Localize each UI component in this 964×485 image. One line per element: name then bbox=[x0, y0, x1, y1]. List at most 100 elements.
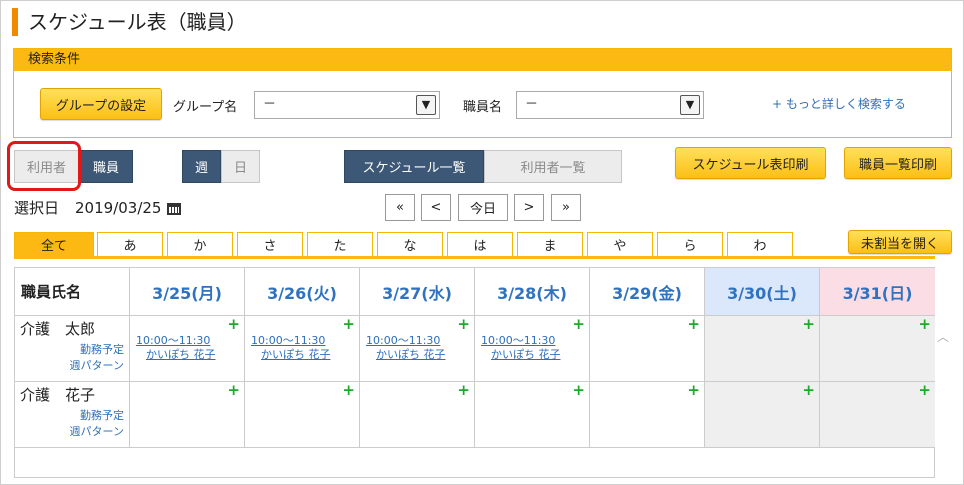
schedule-cell[interactable]: + bbox=[590, 381, 705, 448]
kana-tab-ta[interactable]: た bbox=[307, 232, 373, 256]
week-pattern-link[interactable]: 週パターン bbox=[70, 424, 124, 440]
kana-tab-ha[interactable]: は bbox=[447, 232, 513, 256]
schedule-print-button[interactable]: スケジュール表印刷 bbox=[675, 147, 826, 179]
group-settings-button[interactable]: グループの設定 bbox=[40, 88, 162, 120]
nav-next-button[interactable]: > bbox=[514, 194, 544, 221]
schedule-event[interactable]: 10:00～11:30 かいぽち 花子 bbox=[251, 334, 331, 362]
schedule-cell[interactable]: + 10:00～11:30 かいぽち 花子 bbox=[245, 315, 360, 382]
schedule-cell[interactable]: + bbox=[360, 381, 475, 448]
nav-first-button[interactable]: « bbox=[385, 194, 415, 221]
schedule-cell[interactable]: + bbox=[245, 381, 360, 448]
staff-links: 勤務予定 週パターン bbox=[70, 342, 124, 374]
nav-last-button[interactable]: » bbox=[551, 194, 581, 221]
calendar-icon[interactable] bbox=[167, 201, 182, 215]
kana-tab-ka[interactable]: か bbox=[167, 232, 233, 256]
group-name-label: グループ名 bbox=[173, 100, 238, 115]
staff-name-select[interactable]: － ▼ bbox=[516, 91, 704, 119]
add-icon[interactable]: + bbox=[342, 315, 355, 333]
highlight-box bbox=[7, 141, 81, 191]
add-icon[interactable]: + bbox=[572, 315, 585, 333]
kana-tab-na[interactable]: な bbox=[377, 232, 443, 256]
day-header: 3/26(火) bbox=[245, 268, 360, 316]
day-header: 3/29(金) bbox=[590, 268, 705, 316]
schedule-cell-saturday[interactable]: + bbox=[705, 315, 820, 382]
schedule-event[interactable]: 10:00～11:30 かいぽち 花子 bbox=[481, 334, 561, 362]
toggle-user-list[interactable]: 利用者一覧 bbox=[484, 150, 622, 183]
schedule-event[interactable]: 10:00～11:30 かいぽち 花子 bbox=[136, 334, 216, 362]
group-name-value: － bbox=[263, 97, 277, 112]
staff-row-header: 介護 太郎 勤務予定 週パターン bbox=[15, 316, 130, 382]
schedule-cell[interactable]: + bbox=[130, 381, 245, 448]
advanced-search-link[interactable]: + もっと詳しく検索する bbox=[772, 95, 906, 112]
staff-links: 勤務予定 週パターン bbox=[70, 408, 124, 440]
kana-tab-sa[interactable]: さ bbox=[237, 232, 303, 256]
add-icon[interactable]: + bbox=[802, 315, 815, 333]
event-time: 10:00～11:30 bbox=[481, 334, 556, 347]
event-person: かいぽち 花子 bbox=[491, 348, 561, 361]
day-header-saturday: 3/30(土) bbox=[705, 268, 820, 316]
day-header-sunday: 3/31(日) bbox=[820, 268, 935, 316]
add-icon[interactable]: + bbox=[457, 381, 470, 399]
toggle-week[interactable]: 週 bbox=[182, 150, 221, 183]
day-header: 3/27(水) bbox=[360, 268, 475, 316]
day-header: 3/28(木) bbox=[475, 268, 590, 316]
work-plan-link[interactable]: 勤務予定 bbox=[70, 342, 124, 358]
kana-tab-all[interactable]: 全て bbox=[14, 232, 94, 256]
event-person: かいぽち 花子 bbox=[261, 348, 331, 361]
add-icon[interactable]: + bbox=[227, 315, 240, 333]
nav-prev-button[interactable]: < bbox=[421, 194, 451, 221]
schedule-event[interactable]: 10:00～11:30 かいぽち 花子 bbox=[366, 334, 446, 362]
schedule-cell[interactable]: + 10:00～11:30 かいぽち 花子 bbox=[130, 315, 245, 382]
kana-tab-bar: 全て あ か さ た な は ま や ら わ bbox=[14, 232, 935, 259]
event-time: 10:00～11:30 bbox=[366, 334, 441, 347]
add-icon[interactable]: + bbox=[918, 315, 931, 333]
toggle-staff[interactable]: 職員 bbox=[79, 150, 133, 183]
staff-name: 介護 太郎 bbox=[20, 320, 96, 338]
list-toggle: スケジュール一覧 利用者一覧 bbox=[344, 150, 622, 183]
search-header: 検索条件 bbox=[14, 49, 951, 71]
scroll-up-icon[interactable]: ︿ bbox=[936, 330, 950, 344]
staff-row-header: 介護 花子 勤務予定 週パターン bbox=[15, 382, 130, 448]
add-icon[interactable]: + bbox=[687, 315, 700, 333]
toggle-schedule-list[interactable]: スケジュール一覧 bbox=[344, 150, 484, 183]
add-icon[interactable]: + bbox=[802, 381, 815, 399]
work-plan-link[interactable]: 勤務予定 bbox=[70, 408, 124, 424]
day-header: 3/25(月) bbox=[130, 268, 245, 316]
kana-tab-ya[interactable]: や bbox=[587, 232, 653, 256]
event-time: 10:00～11:30 bbox=[251, 334, 326, 347]
schedule-cell[interactable]: + 10:00～11:30 かいぽち 花子 bbox=[360, 315, 475, 382]
week-pattern-link[interactable]: 週パターン bbox=[70, 358, 124, 374]
chevron-down-icon: ▼ bbox=[680, 95, 700, 115]
nav-today-button[interactable]: 今日 bbox=[458, 194, 508, 221]
kana-tab-ra[interactable]: ら bbox=[657, 232, 723, 256]
kana-tab-a[interactable]: あ bbox=[97, 232, 163, 256]
page-title: スケジュール表（職員） bbox=[12, 8, 247, 36]
schedule-cell-sunday[interactable]: + bbox=[820, 315, 935, 382]
kana-tab-ma[interactable]: ま bbox=[517, 232, 583, 256]
schedule-cell[interactable]: + bbox=[590, 315, 705, 382]
add-icon[interactable]: + bbox=[572, 381, 585, 399]
schedule-cell-saturday[interactable]: + bbox=[705, 381, 820, 448]
staff-name-label: 職員名 bbox=[463, 100, 503, 115]
add-icon[interactable]: + bbox=[342, 381, 355, 399]
schedule-cell[interactable]: + bbox=[475, 381, 590, 448]
event-time: 10:00～11:30 bbox=[136, 334, 211, 347]
toggle-day[interactable]: 日 bbox=[221, 150, 260, 183]
kana-tab-wa[interactable]: わ bbox=[727, 232, 793, 256]
selected-date-value: 2019/03/25 bbox=[75, 198, 162, 217]
add-icon[interactable]: + bbox=[457, 315, 470, 333]
chevron-down-icon: ▼ bbox=[416, 95, 436, 115]
selected-date-label: 選択日 bbox=[14, 199, 60, 217]
group-name-select[interactable]: － ▼ bbox=[254, 91, 440, 119]
add-icon[interactable]: + bbox=[918, 381, 931, 399]
staff-name-value: － bbox=[525, 97, 539, 112]
schedule-cell[interactable]: + 10:00～11:30 かいぽち 花子 bbox=[475, 315, 590, 382]
schedule-cell-sunday[interactable]: + bbox=[820, 381, 935, 448]
add-icon[interactable]: + bbox=[687, 381, 700, 399]
add-icon[interactable]: + bbox=[227, 381, 240, 399]
event-person: かいぽち 花子 bbox=[146, 348, 216, 361]
staff-list-print-button[interactable]: 職員一覧印刷 bbox=[844, 147, 952, 179]
unassigned-open-button[interactable]: 未割当を開く bbox=[848, 230, 952, 254]
name-column-header: 職員氏名 bbox=[15, 268, 130, 316]
selected-date-row: 選択日 2019/03/25 bbox=[14, 197, 182, 218]
